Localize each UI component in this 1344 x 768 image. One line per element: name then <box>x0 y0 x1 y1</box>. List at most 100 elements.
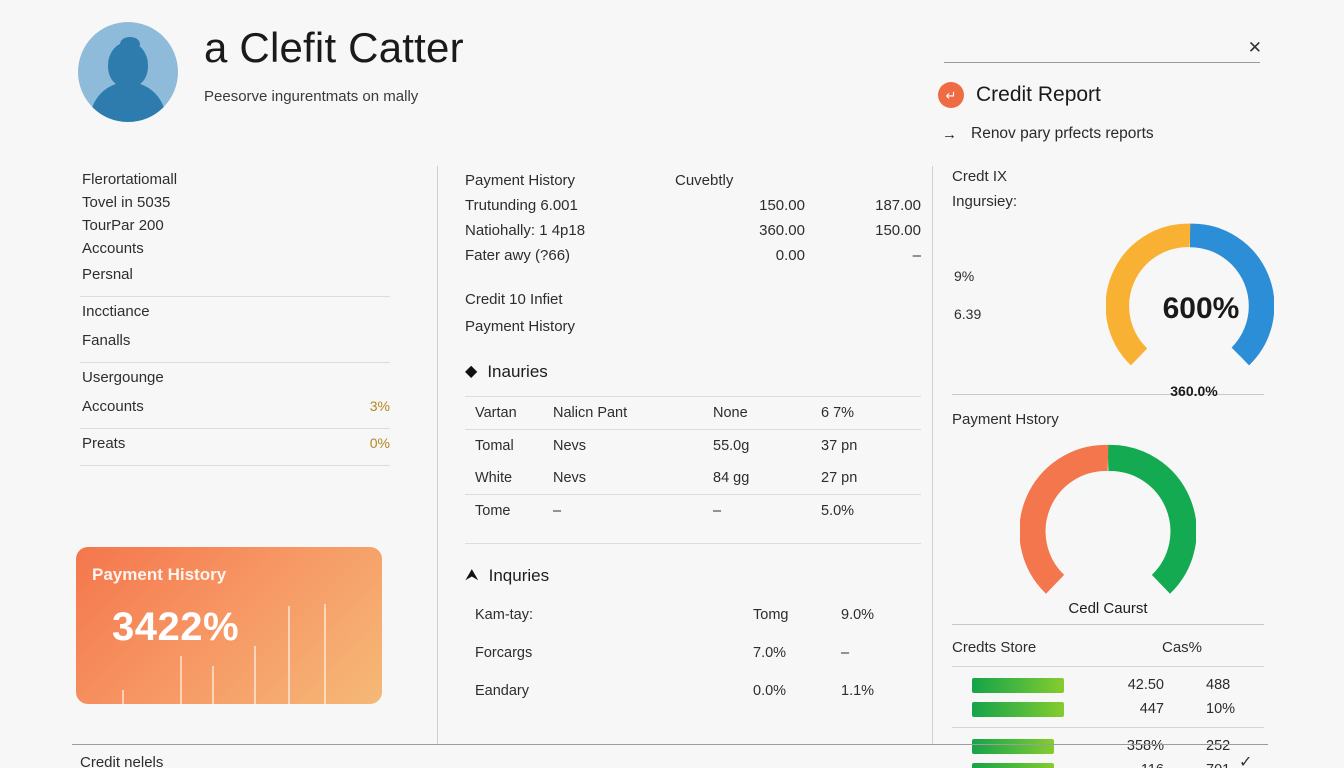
list-item-label: Preats <box>82 435 126 452</box>
credit-gauge-chart: 9% 6.39 600% 360.0% <box>952 214 1275 399</box>
list-item[interactable]: Persnal <box>80 260 390 289</box>
divider <box>952 666 1264 667</box>
close-icon[interactable]: ✕ <box>1248 38 1262 58</box>
gauge2-foot-label: Cedl Caurst <box>1068 600 1148 617</box>
score-value-1: 447 <box>1139 701 1164 717</box>
table-row-label: Trutunding 6.001 <box>465 197 578 214</box>
list-item-label: TourPar 200 <box>82 217 164 234</box>
table-header-label: Payment History <box>465 172 576 189</box>
score-bar <box>972 762 1054 768</box>
table-row-value: – <box>912 247 921 264</box>
payment-history-table: Payment History Cuvebtly Trutunding 6.00… <box>465 168 921 268</box>
table-header-col2: Cuvebtly <box>675 172 734 189</box>
page-subtitle: Peesorve ingurentmats on mally <box>204 88 419 106</box>
item-value-2: 1.1% <box>841 683 875 699</box>
list-item[interactable]: Kam-tay: Tomg 9.0% <box>465 596 921 634</box>
credit-report-brand: ↵ Credit Report <box>938 82 1101 108</box>
divider <box>80 465 390 466</box>
score-row[interactable]: 358% 252 <box>952 734 1264 758</box>
table-row-value: 150.00 <box>875 222 921 239</box>
item-value-2: – <box>841 645 850 661</box>
list-item[interactable]: Flerortatiomall <box>80 168 390 191</box>
app-root: a Clefit Catter Peesorve ingurentmats on… <box>0 0 1344 768</box>
list-item[interactable]: Accounts 3% <box>80 392 390 421</box>
gauge1-label-line1: Credt IX <box>952 168 1008 185</box>
left-column: Flerortatiomall Tovel in 5035 TourPar 20… <box>80 168 390 466</box>
footer-divider <box>72 744 1268 745</box>
scores-col1-label: Credts Store <box>952 639 1037 656</box>
reports-link-label: Renov pary prfects reports <box>971 125 1154 142</box>
cell-1: Vartan <box>475 405 517 421</box>
list-item-label: Tovel in 5035 <box>82 194 171 211</box>
cell-2: Nevs <box>553 438 587 454</box>
table-row-value: 0.00 <box>775 247 805 264</box>
table-row-label: Fater awy (?66) <box>465 247 571 264</box>
donut-chart: 600% 360.0% <box>1105 222 1275 399</box>
column-divider-left <box>437 166 438 744</box>
score-bar <box>972 677 1064 693</box>
payment-gauge-chart: Cedl Caurst <box>952 440 1264 630</box>
list-item[interactable]: Fanalls <box>80 326 390 355</box>
divider <box>944 62 1260 63</box>
table-row[interactable]: Vartan Nalicn Pant None 6 7% <box>465 397 921 429</box>
list-item-label: Persnal <box>82 266 133 283</box>
list-item[interactable]: Accounts <box>80 237 390 260</box>
score-bar <box>972 738 1054 754</box>
list-item[interactable]: Tovel in 5035 <box>80 191 390 214</box>
gauge1-center-value: 600% <box>1162 291 1240 325</box>
item-value-1: 0.0% <box>753 683 787 699</box>
arrow-right-icon: → <box>942 125 957 143</box>
section-title: Inquries <box>488 566 550 585</box>
cell-4: 27 pn <box>821 470 858 486</box>
sub-line: Payment History <box>465 318 576 335</box>
cell-3: None <box>713 405 748 421</box>
cell-2: Nalicn Pant <box>553 405 628 421</box>
item-value-1: 7.0% <box>753 645 787 661</box>
cell-1: White <box>475 470 513 486</box>
card-value: 3422% <box>112 605 240 649</box>
cell-3: 84 gg <box>713 470 750 486</box>
score-row[interactable]: 116 701 <box>952 758 1264 768</box>
list-item[interactable]: TourPar 200 <box>80 214 390 237</box>
list-item[interactable]: Incctiance <box>80 297 390 326</box>
score-value-2: 10% <box>1206 701 1236 717</box>
list-item[interactable]: Eandary 0.0% 1.1% <box>465 672 921 710</box>
table-row-value: 150.00 <box>759 197 805 214</box>
cell-4: 5.0% <box>821 503 855 519</box>
score-value-1: 42.50 <box>1127 677 1164 693</box>
gauge2-svg-wrap: Cedl Caurst <box>1019 444 1197 617</box>
list-item[interactable]: Preats 0% <box>80 429 390 458</box>
reports-link[interactable]: → Renov pary prfects reports <box>942 125 1154 143</box>
cell-3: – <box>713 503 722 519</box>
table-row[interactable]: White Nevs 84 gg 27 pn <box>465 462 921 494</box>
column-divider-right <box>932 166 933 744</box>
list-item-label: Incctiance <box>82 303 150 320</box>
item-value-2: 9.0% <box>841 607 875 623</box>
inquiries-table: Vartan Nalicn Pant None 6 7% Tomal Nevs … <box>465 396 921 544</box>
list-item[interactable]: Forcargs 7.0% – <box>465 634 921 672</box>
list-item-label: Accounts <box>82 240 144 257</box>
gauge1-foot-value: 360.0% <box>1170 383 1218 399</box>
table-header-col3 <box>811 168 921 193</box>
scores-col2-label: Cas% <box>1161 639 1202 656</box>
check-icon[interactable]: ✓ <box>1239 752 1252 768</box>
table-row[interactable]: Tome – – 5.0% <box>465 495 921 527</box>
footer-label: Credit nelels <box>80 754 164 768</box>
cell-2: – <box>553 503 562 519</box>
inquries-list: Kam-tay: Tomg 9.0% Forcargs 7.0% – Eanda… <box>465 596 921 710</box>
score-row[interactable]: 447 10% <box>952 697 1264 721</box>
section-title: Inauries <box>487 362 548 381</box>
divider <box>465 543 921 544</box>
inquiries-section-header: ◆ Inauries <box>465 362 921 382</box>
gauge2-svg <box>1019 444 1197 594</box>
payment-history-card[interactable]: Payment History 3422% <box>76 547 382 704</box>
user-avatar-icon <box>78 22 178 122</box>
list-item[interactable]: Usergounge <box>80 363 390 392</box>
score-value-2: 488 <box>1206 677 1231 693</box>
score-row[interactable]: 42.50 488 <box>952 673 1264 697</box>
table-row[interactable]: Tomal Nevs 55.0g 37 pn <box>465 430 921 462</box>
table-row-value: 360.00 <box>759 222 805 239</box>
gauge1-side-value-2: 6.39 <box>954 306 982 322</box>
gauge1-side-value-1: 9% <box>954 268 975 284</box>
cell-4: 37 pn <box>821 438 858 454</box>
